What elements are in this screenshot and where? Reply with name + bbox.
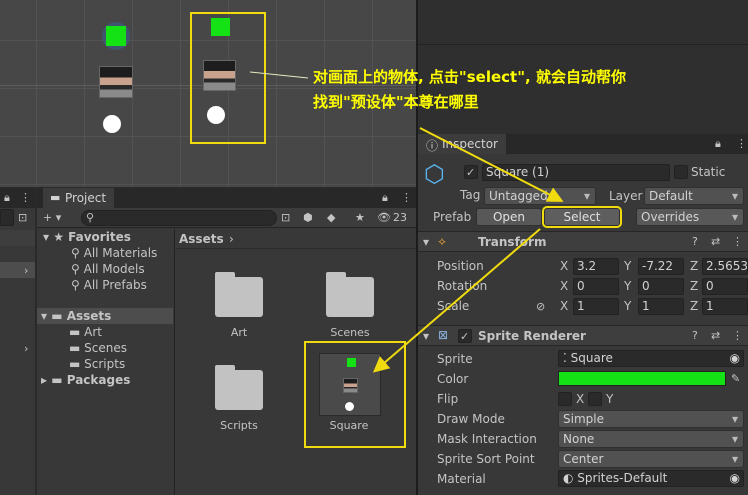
pointer-line	[249, 71, 309, 79]
arrow-to-prefab	[372, 228, 541, 373]
annotation-arrows	[249, 71, 564, 373]
arrow-to-select	[419, 127, 564, 202]
